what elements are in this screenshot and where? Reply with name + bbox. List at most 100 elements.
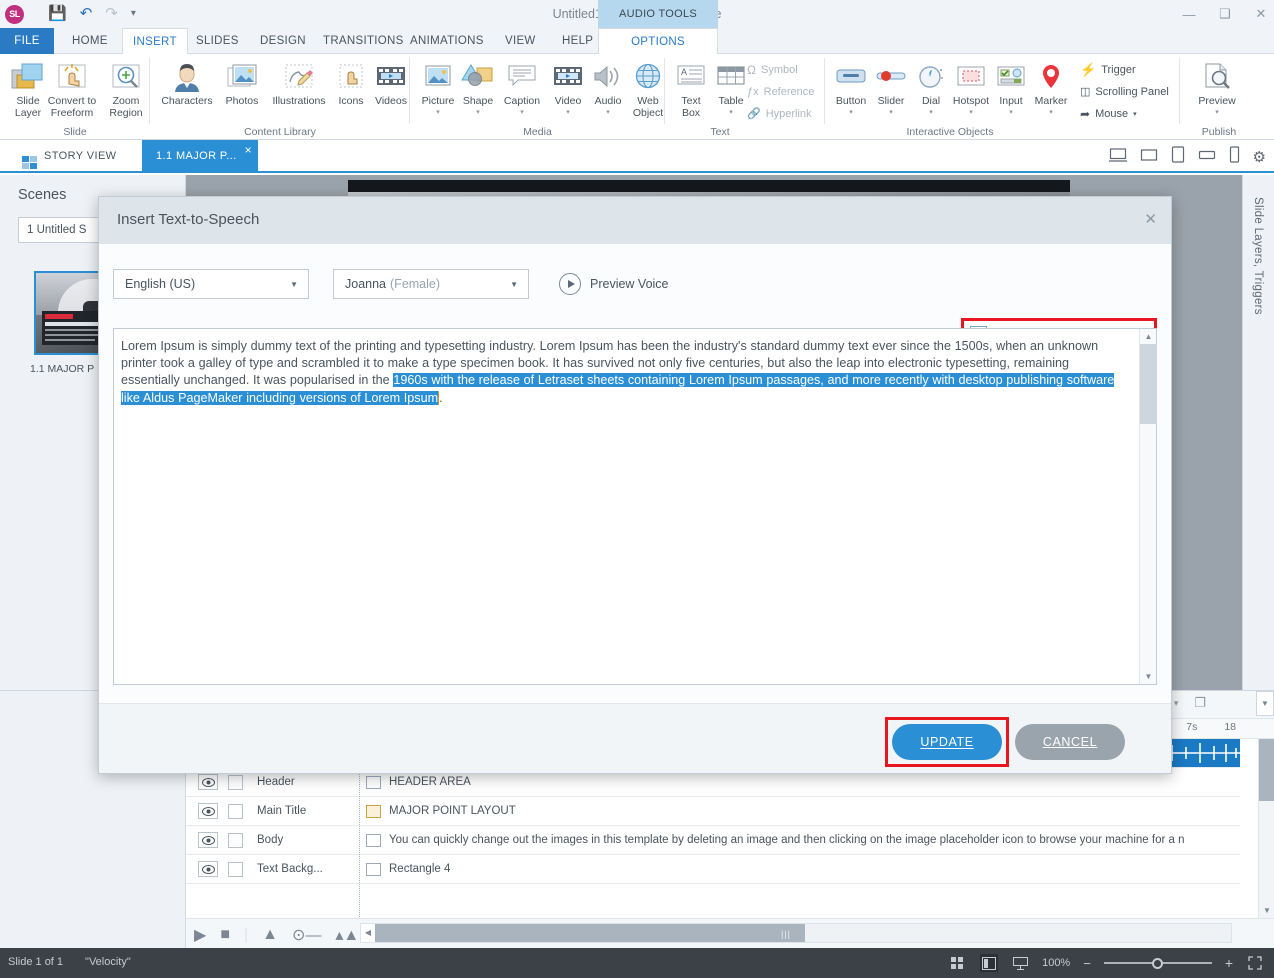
ribbon-item-convert-to-freeform[interactable]: Convert to Freeform <box>46 58 98 119</box>
chevron-down-icon[interactable]: ▾ <box>496 108 548 117</box>
lock-checkbox[interactable] <box>228 861 243 877</box>
presenter-view-icon[interactable] <box>1011 954 1029 972</box>
grid-view-icon[interactable] <box>949 954 967 972</box>
tab-story-view[interactable]: STORY VIEW <box>14 140 130 173</box>
tab-slide-1-1[interactable]: 1.1 MAJOR P... × <box>142 140 258 173</box>
table-row[interactable]: Main Title <box>186 797 359 826</box>
close-icon[interactable]: × <box>245 134 252 167</box>
tablet-landscape-icon[interactable] <box>1198 148 1216 166</box>
minimize-button[interactable]: — <box>1182 7 1196 22</box>
table-row[interactable]: Rectangle 4 <box>360 855 1240 884</box>
timeline-scroll-up-button[interactable]: ▼ <box>1256 691 1274 716</box>
tab-transitions[interactable]: TRANSITIONS <box>313 28 414 54</box>
update-button[interactable]: UPDATE <box>892 724 1002 760</box>
normal-view-icon[interactable] <box>980 954 999 972</box>
script-textarea[interactable]: Lorem Ipsum is simply dummy text of the … <box>113 328 1157 685</box>
ruler-mark: 18 <box>1224 721 1236 733</box>
ribbon-item-mouse[interactable]: ➦ Mouse ▾ <box>1080 105 1137 122</box>
scrollbar-thumb[interactable] <box>1140 344 1157 424</box>
scroll-left-icon[interactable]: ◀ <box>361 924 375 942</box>
ribbon-item-illustrations[interactable]: Illustrations <box>266 58 332 108</box>
scrollbar-thumb[interactable] <box>1259 739 1274 801</box>
ribbon-item-symbol[interactable]: Ω Symbol <box>747 61 798 78</box>
ribbon-item-preview[interactable]: Preview ▾ <box>1191 58 1243 117</box>
lock-checkbox[interactable] <box>228 803 243 819</box>
ribbon-item-trigger[interactable]: ⚡ Trigger <box>1080 61 1136 78</box>
table-row[interactable]: You can quickly change out the images in… <box>360 826 1240 855</box>
ribbon-item-marker[interactable]: Marker ▾ <box>1025 58 1077 117</box>
tab-insert[interactable]: INSERT <box>122 28 188 54</box>
close-button[interactable]: ✕ <box>1254 6 1268 22</box>
chevron-down-icon[interactable]: ▾ <box>1191 108 1243 117</box>
chevron-down-icon[interactable]: ▾ <box>1133 110 1137 118</box>
desktop-icon[interactable] <box>1108 147 1127 167</box>
timeline-vertical-scrollbar[interactable]: ▼ <box>1258 739 1274 919</box>
lock-checkbox[interactable] <box>228 832 243 848</box>
timeline-object-bar[interactable]: MAJOR POINT LAYOUT <box>360 797 516 826</box>
phone-icon[interactable] <box>1229 146 1240 168</box>
tab-animations[interactable]: ANIMATIONS <box>400 28 494 54</box>
tab-help[interactable]: HELP <box>552 28 603 54</box>
zoom-out-button[interactable]: − <box>1083 956 1091 971</box>
layers-icon[interactable]: ❐ <box>1194 695 1206 711</box>
ribbon-item-scrolling-panel[interactable]: ◫ Scrolling Panel <box>1080 83 1169 100</box>
timeline-horizontal-scrollbar[interactable]: ◀ ||| <box>360 923 1232 943</box>
tablet-portrait-icon[interactable] <box>1171 146 1185 168</box>
eye-icon[interactable] <box>198 774 218 790</box>
ribbon-item-icons[interactable]: Icons <box>332 58 370 108</box>
stop-icon[interactable]: ■ <box>220 926 230 944</box>
tab-slides[interactable]: SLIDES <box>186 28 249 54</box>
script-text[interactable]: Lorem Ipsum is simply dummy text of the … <box>121 338 1130 407</box>
tab-design[interactable]: DESIGN <box>250 28 316 54</box>
voice-name: Joanna <box>345 277 387 291</box>
fit-to-window-icon[interactable] <box>1246 954 1264 972</box>
table-row[interactable]: MAJOR POINT LAYOUT <box>360 797 1240 826</box>
script-text-after: . <box>439 390 443 405</box>
ribbon-label: Scrolling Panel <box>1095 85 1169 98</box>
table-row[interactable]: Body <box>186 826 359 855</box>
chevron-down-icon[interactable]: ▾ <box>1174 698 1179 709</box>
eye-icon[interactable] <box>198 803 218 819</box>
table-row[interactable]: Text Backg... <box>186 855 359 884</box>
ribbon-item-photos[interactable]: Photos <box>218 58 266 108</box>
script-scrollbar[interactable]: ▲ ▼ <box>1139 329 1157 684</box>
language-select[interactable]: English (US) ▼ <box>113 269 309 299</box>
eye-icon[interactable] <box>198 861 218 877</box>
zoom-in-button[interactable]: + <box>1225 955 1233 971</box>
voice-select[interactable]: Joanna (Female) ▼ <box>333 269 529 299</box>
lock-checkbox[interactable] <box>228 774 243 790</box>
close-icon[interactable]: ✕ <box>1144 210 1157 228</box>
eye-icon[interactable] <box>198 832 218 848</box>
zoom-slider[interactable] <box>1103 956 1212 970</box>
cancel-button[interactable]: CANCEL <box>1015 724 1125 760</box>
monitor-icon[interactable] <box>1140 148 1158 167</box>
scroll-down-icon[interactable]: ▼ <box>1140 669 1157 684</box>
preview-voice-button[interactable]: Preview Voice <box>559 273 669 295</box>
ribbon-label: Videos <box>375 95 407 107</box>
ribbon-tab-bar: FILE HOME INSERT SLIDES DESIGN TRANSITIO… <box>0 28 1274 54</box>
ribbon-item-characters[interactable]: Characters <box>156 58 218 108</box>
fade-icon[interactable]: ⊙— <box>292 925 321 945</box>
animation-icon[interactable]: ▴▲ <box>335 925 359 945</box>
zoom-slider-handle[interactable] <box>1151 957 1163 969</box>
tab-file[interactable]: FILE <box>0 28 54 54</box>
ribbon-item-videos[interactable]: Videos <box>370 58 412 108</box>
ribbon-item-caption[interactable]: Caption ▾ <box>496 58 548 117</box>
ribbon-item-zoom-region[interactable]: Zoom Region <box>100 58 152 119</box>
ribbon-item-hyperlink[interactable]: 🔗 Hyperlink <box>747 105 812 122</box>
tab-options[interactable]: OPTIONS <box>598 28 718 54</box>
gear-icon[interactable]: ⚙ <box>1253 148 1266 166</box>
tab-view[interactable]: VIEW <box>495 28 546 54</box>
timeline-object-bar[interactable]: Rectangle 4 <box>360 855 450 884</box>
ribbon-item-reference[interactable]: ƒx Reference <box>747 83 814 100</box>
tab-home[interactable]: HOME <box>62 28 118 54</box>
scroll-up-icon[interactable]: ▲ <box>1140 329 1157 344</box>
scroll-down-icon[interactable]: ▼ <box>1259 903 1274 919</box>
show-icon[interactable]: ▲ <box>262 926 278 944</box>
timeline-object-bar[interactable]: You can quickly change out the images in… <box>360 826 1184 855</box>
play-icon[interactable]: ▶ <box>194 925 206 945</box>
photos-icon <box>218 58 266 96</box>
scrollbar-thumb[interactable]: ||| <box>375 924 805 942</box>
maximize-button[interactable]: ❑ <box>1218 6 1232 22</box>
chevron-down-icon[interactable]: ▾ <box>1025 108 1077 117</box>
